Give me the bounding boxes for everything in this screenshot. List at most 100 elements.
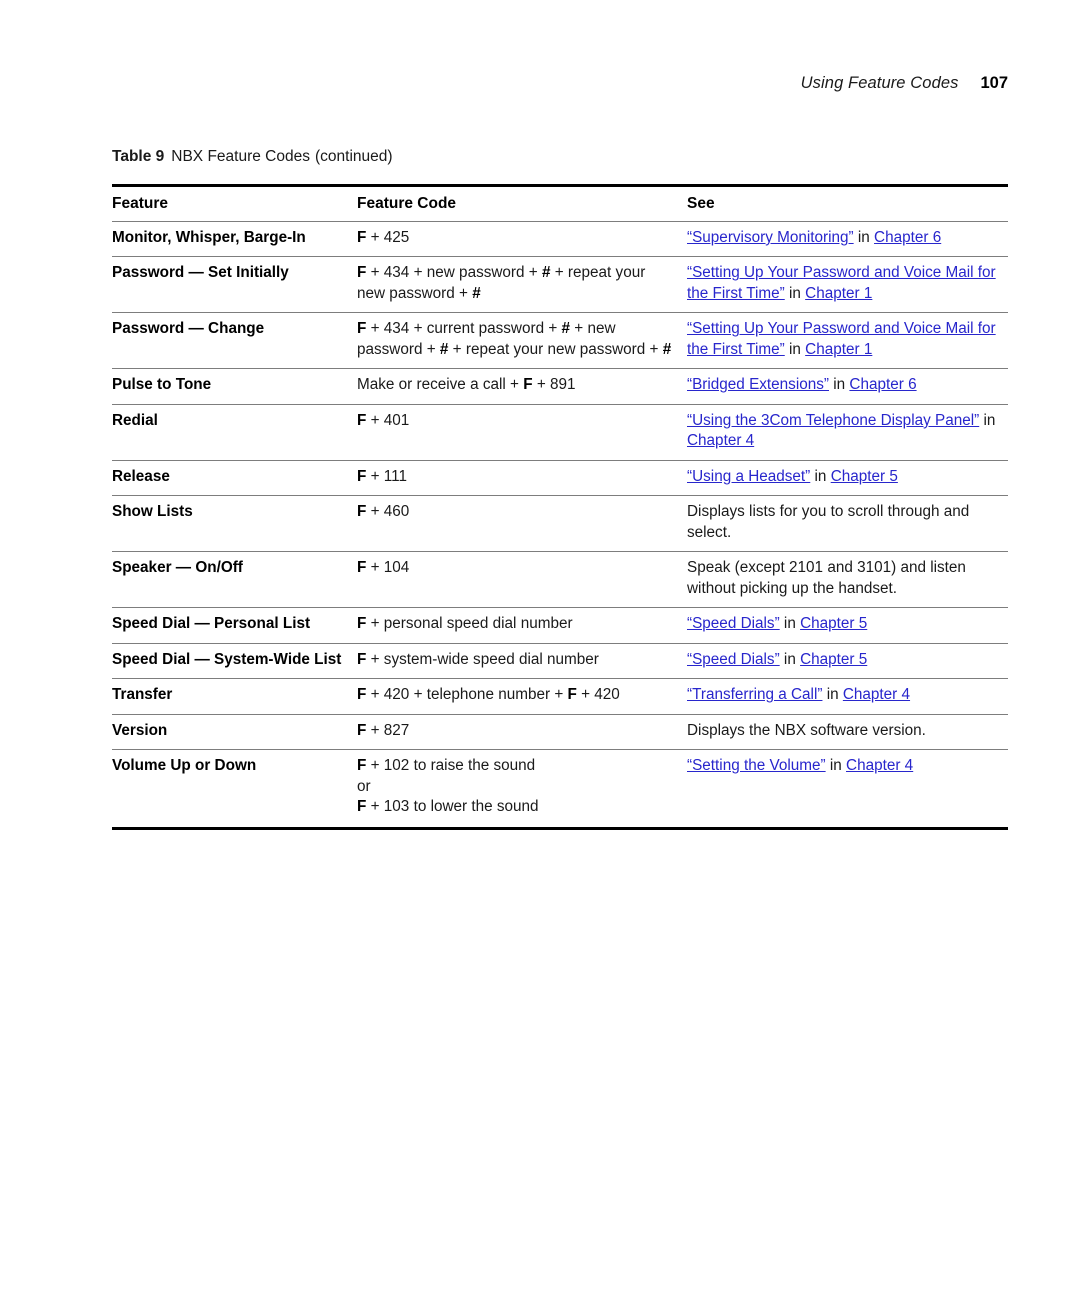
cell-feature-name: Version <box>112 714 357 751</box>
cell-see-reference: “Setting the Volume” in Chapter 4 <box>687 749 1008 830</box>
see-text: in <box>979 411 996 429</box>
code-key-glyph: # <box>472 284 481 302</box>
cross-reference-link[interactable]: Chapter 5 <box>831 468 898 485</box>
table-row: Release F + 111 “Using a Headset” in Chapt… <box>112 460 1008 497</box>
cell-feature-code: F + 425 <box>357 221 687 258</box>
table-row: Redial F + 401 “Using the 3Com Telephone D… <box>112 404 1008 461</box>
cell-see-reference: Displays the NBX software version. <box>687 714 1008 751</box>
cell-feature-code: F + personal speed dial number <box>357 607 687 644</box>
code-text: + repeat your new password + <box>448 340 663 358</box>
code-text: + 891 <box>532 376 576 394</box>
table-header-row: Feature Feature Code See <box>112 184 1008 222</box>
code-text: + 434 + current password + <box>366 320 562 338</box>
code-text: + personal speed dial number <box>366 615 573 633</box>
cell-feature-code: F + 401 <box>357 404 687 461</box>
code-key-glyph: F <box>357 503 367 521</box>
cross-reference-link[interactable]: “Using the 3Com Telephone Display Panel” <box>687 412 979 429</box>
code-key-glyph: F <box>357 798 367 816</box>
table-row: Volume Up or Down F + 102 to raise the so… <box>112 749 1008 830</box>
code-text: + 401 <box>366 411 410 429</box>
column-header-feature: Feature <box>112 184 357 222</box>
code-text: + 827 <box>366 721 410 739</box>
cross-reference-link[interactable]: Chapter 4 <box>843 686 910 703</box>
cell-feature-code: F + 111 <box>357 460 687 497</box>
table-body: Monitor, Whisper, Barge-In F + 425 “Superv… <box>112 221 1008 830</box>
cell-see-reference: “Using the 3Com Telephone Display Panel”… <box>687 404 1008 461</box>
cross-reference-link[interactable]: “Using a Headset” <box>687 468 810 485</box>
code-text: + 434 + new password + <box>366 264 542 282</box>
cell-feature-code: Make or receive a call + F + 891 <box>357 368 687 405</box>
see-text: in <box>810 467 831 485</box>
cross-reference-link[interactable]: Chapter 5 <box>800 615 867 632</box>
cross-reference-link[interactable]: Chapter 4 <box>846 757 913 774</box>
cell-feature-name: Release <box>112 460 357 497</box>
cross-reference-link[interactable]: Chapter 6 <box>849 376 916 393</box>
cell-feature-name: Speed Dial — System-Wide List <box>112 643 357 680</box>
cell-feature-code: F + 420 + telephone number + F + 420 <box>357 678 687 715</box>
column-header-see: See <box>687 184 1008 222</box>
cross-reference-link[interactable]: “Transferring a Call” <box>687 686 822 703</box>
code-text: + 104 <box>366 559 410 577</box>
table-row: Version F + 827 Displays the NBX software … <box>112 714 1008 751</box>
cross-reference-link[interactable]: “Bridged Extensions” <box>687 376 829 393</box>
code-text: + 420 + telephone number + <box>366 686 568 704</box>
table-row: Password — Set Initially F + 434 + new pa… <box>112 256 1008 314</box>
cross-reference-link[interactable]: Chapter 4 <box>687 432 754 449</box>
table-caption: Table 9 NBX Feature Codes (continued) <box>112 148 393 166</box>
see-text: Speak (except 2101 and 3101) and listen … <box>687 559 966 597</box>
cell-feature-code: F + 460 <box>357 495 687 553</box>
table-row: Show Lists F + 460 Displays lists for you … <box>112 495 1008 553</box>
cross-reference-link[interactable]: “Speed Dials” <box>687 651 780 668</box>
code-key-glyph: F <box>357 686 367 704</box>
cross-reference-link[interactable]: “Supervisory Monitoring” <box>687 229 854 246</box>
code-key-glyph: F <box>357 559 367 577</box>
cell-feature-code: F + system-wide speed dial number <box>357 643 687 680</box>
see-text: in <box>822 686 843 704</box>
cell-see-reference: “Supervisory Monitoring” in Chapter 6 <box>687 221 1008 258</box>
cell-see-reference: “Setting Up Your Password and Voice Mail… <box>687 312 1008 370</box>
cell-feature-name: Show Lists <box>112 495 357 553</box>
code-key-glyph: F <box>357 411 367 429</box>
cross-reference-link[interactable]: Chapter 1 <box>805 341 872 358</box>
cell-feature-name: Password — Change <box>112 312 357 370</box>
see-text: in <box>784 340 806 358</box>
code-key-glyph: F <box>523 376 533 394</box>
cell-see-reference: Speak (except 2101 and 3101) and listen … <box>687 551 1008 609</box>
column-header-feature-code: Feature Code <box>357 184 687 222</box>
see-text: in <box>829 376 850 394</box>
table-row: Transfer F + 420 + telephone number + F +… <box>112 678 1008 715</box>
cell-feature-code: F + 102 to raise the sound or F + 103 to l… <box>357 749 687 830</box>
code-key-glyph: F <box>357 320 367 338</box>
cross-reference-link[interactable]: Chapter 6 <box>874 229 941 246</box>
cell-feature-name: Speaker — On/Off <box>112 551 357 609</box>
code-key-glyph: F <box>357 229 367 246</box>
cross-reference-link[interactable]: Chapter 5 <box>800 651 867 668</box>
code-key-glyph: F <box>357 757 367 775</box>
cross-reference-link[interactable]: “Speed Dials” <box>687 615 780 632</box>
code-text: + 420 <box>576 686 620 704</box>
cross-reference-link[interactable]: “Setting the Volume” <box>687 757 826 774</box>
cell-see-reference: “Speed Dials” in Chapter 5 <box>687 607 1008 644</box>
code-key-glyph: F <box>357 264 367 282</box>
code-text: + system-wide speed dial number <box>366 650 599 668</box>
cell-see-reference: “Speed Dials” in Chapter 5 <box>687 643 1008 680</box>
cell-see-reference: Displays lists for you to scroll through… <box>687 495 1008 553</box>
see-text: in <box>779 615 801 633</box>
code-key-glyph: F <box>357 615 367 633</box>
cell-feature-code: F + 827 <box>357 714 687 751</box>
see-text: in <box>779 650 801 668</box>
code-key-glyph: F <box>357 721 367 739</box>
cell-feature-code: F + 434 + new password + # + repeat your… <box>357 256 687 314</box>
code-text: + 111 <box>366 467 408 485</box>
code-key-glyph: F <box>357 650 367 668</box>
code-text: + 102 to raise the sound <box>366 757 536 775</box>
cross-reference-link[interactable]: Chapter 1 <box>805 285 872 302</box>
code-key-glyph: F <box>567 686 577 704</box>
code-text: Make or receive a call + <box>357 376 524 394</box>
see-text: Displays the NBX software version. <box>687 721 926 739</box>
cell-feature-name: Speed Dial — Personal List <box>112 607 357 644</box>
cell-feature-name: Redial <box>112 404 357 461</box>
cell-feature-code: F + 434 + current password + # + new pas… <box>357 312 687 370</box>
table-row: Speed Dial — Personal List F + personal s… <box>112 607 1008 644</box>
running-header-title: Using Feature Codes <box>800 74 959 92</box>
